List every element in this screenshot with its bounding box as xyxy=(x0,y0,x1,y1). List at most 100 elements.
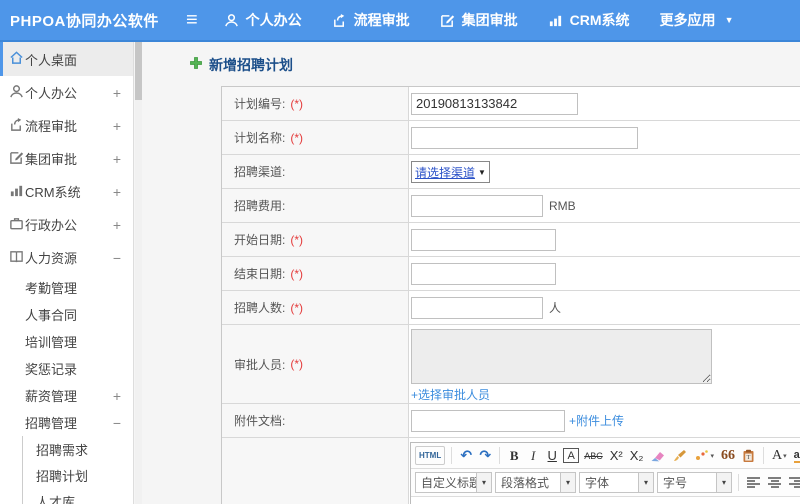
form-row-attachment: 附件文档: +附件上传 xyxy=(222,404,800,438)
sidebar-item-workflow-approval[interactable]: 流程审批 + xyxy=(0,109,133,142)
nav-group-approval[interactable]: 集团审批 xyxy=(440,10,518,30)
highlight-color-button[interactable]: ab ▾ xyxy=(792,446,800,465)
html-source-button[interactable]: HTML xyxy=(415,446,446,465)
editor-toolbar-row2: 自定义标题 ▾ 段落格式 ▾ 字体 ▾ 字号 ▾ xyxy=(411,469,800,497)
select-value: 段落格式 xyxy=(501,476,550,490)
recruit-cost-input[interactable] xyxy=(411,194,543,217)
sidebar-scrollbar[interactable] xyxy=(135,42,142,504)
superscript-button[interactable]: X² xyxy=(608,446,625,465)
field-value-cell xyxy=(409,121,800,154)
caret-down-icon: ▼ xyxy=(478,167,486,177)
editor-content-area[interactable] xyxy=(411,497,800,504)
field-value-cell: 请选择渠道 ▼ xyxy=(409,155,800,188)
plan-name-input[interactable] xyxy=(411,126,638,149)
nav-label: 更多应用 xyxy=(659,12,716,28)
sidebar-item-recruit-mgmt[interactable]: 招聘管理 − xyxy=(0,409,133,436)
start-date-input[interactable] xyxy=(411,228,556,251)
caret-down-icon: ▾ xyxy=(716,473,731,492)
end-date-input[interactable] xyxy=(411,262,556,285)
paragraph-format-select[interactable]: 段落格式 ▾ xyxy=(495,472,576,493)
blockquote-button[interactable]: 66 xyxy=(719,446,737,465)
recruit-channel-select[interactable]: 请选择渠道 ▼ xyxy=(411,161,490,183)
required-marker: (*) xyxy=(290,357,304,371)
format-brush-icon[interactable] xyxy=(670,446,689,465)
sidebar-item-label: 招聘计划 xyxy=(36,468,89,484)
nav-workflow-approval[interactable]: 流程审批 xyxy=(332,10,410,30)
field-value-cell xyxy=(409,223,800,256)
expand-plus-icon[interactable]: + xyxy=(113,118,121,134)
sidebar-item-salary[interactable]: 薪资管理 + xyxy=(0,382,133,409)
sidebar-item-label: 个人桌面 xyxy=(25,52,78,68)
collapse-minus-icon[interactable]: − xyxy=(113,250,121,266)
sidebar-item-attendance[interactable]: 考勤管理 xyxy=(0,274,133,301)
bold-button[interactable]: B xyxy=(506,446,522,465)
currency-suffix: RMB xyxy=(549,198,576,213)
font-color-button[interactable]: A ▾ xyxy=(770,446,789,465)
expand-plus-icon[interactable]: + xyxy=(113,151,121,167)
plan-number-input[interactable] xyxy=(411,92,578,115)
italic-button[interactable]: I xyxy=(525,446,541,465)
form-row-plan-name: 计划名称: (*) xyxy=(222,121,800,155)
toolbar-separator xyxy=(499,447,501,464)
font-family-select[interactable]: 字体 ▾ xyxy=(579,472,654,493)
svg-text:T: T xyxy=(747,455,751,461)
field-label: 审批人员: (*) xyxy=(222,325,409,403)
choose-approver-link[interactable]: +选择审批人员 xyxy=(411,386,490,403)
redo-icon[interactable]: ↷ xyxy=(477,446,493,465)
sidebar-item-desktop[interactable]: 个人桌面 xyxy=(0,42,133,76)
scrollbar-thumb[interactable] xyxy=(135,42,142,100)
sidebar-item-training[interactable]: 培训管理 xyxy=(0,328,133,355)
caret-down-icon: ▾ xyxy=(560,473,575,492)
hamburger-icon[interactable]: ≡ xyxy=(186,10,198,30)
sidebar-item-label: 流程审批 xyxy=(25,119,78,134)
collapse-minus-icon[interactable]: − xyxy=(113,415,121,431)
sidebar-item-recruit-plan[interactable]: 招聘计划 xyxy=(23,462,133,488)
eraser-icon[interactable] xyxy=(648,446,667,465)
align-right-icon[interactable] xyxy=(787,473,800,492)
form-row-approver: 审批人员: (*) +选择审批人员 xyxy=(222,325,800,404)
field-label: 结束日期: (*) xyxy=(222,257,409,290)
form-row-start-date: 开始日期: (*) xyxy=(222,223,800,257)
sidebar-item-label: 行政办公 xyxy=(25,218,78,233)
required-marker: (*) xyxy=(290,130,304,145)
sidebar-item-talent-pool[interactable]: 人才库 xyxy=(23,488,133,504)
sidebar-item-group-approval[interactable]: 集团审批 + xyxy=(0,142,133,175)
nav-crm-system[interactable]: CRM系统 xyxy=(548,10,630,30)
attachment-upload-link[interactable]: +附件上传 xyxy=(569,412,624,429)
align-left-icon[interactable] xyxy=(745,473,763,492)
sidebar-item-personal-office[interactable]: 个人办公 + xyxy=(0,76,133,109)
strikethrough-button[interactable]: ABC xyxy=(582,446,605,465)
nav-label: CRM系统 xyxy=(569,12,630,28)
sidebar: 个人桌面 个人办公 + 流程审批 + 集团审批 + CRM系统 + 行政办公 +… xyxy=(0,42,134,504)
expand-plus-icon[interactable]: + xyxy=(113,184,121,200)
sidebar-item-hr[interactable]: 人力资源 − xyxy=(0,241,133,274)
align-center-icon[interactable] xyxy=(766,473,784,492)
required-marker: (*) xyxy=(290,232,304,247)
expand-plus-icon[interactable]: + xyxy=(113,217,121,233)
custom-title-select[interactable]: 自定义标题 ▾ xyxy=(415,472,492,493)
subscript-button[interactable]: X₂ xyxy=(628,446,646,465)
sidebar-item-label: 集团审批 xyxy=(25,152,78,167)
sidebar-item-admin-office[interactable]: 行政办公 + xyxy=(0,208,133,241)
text-border-button[interactable]: A xyxy=(563,448,580,463)
expand-plus-icon[interactable]: + xyxy=(113,388,121,404)
nav-personal-office[interactable]: 个人办公 xyxy=(224,10,302,30)
select-value: 字号 xyxy=(663,476,688,490)
field-value-cell: 人 xyxy=(409,291,800,324)
underline-button[interactable]: U xyxy=(544,446,560,465)
sidebar-item-recruit-demand[interactable]: 招聘需求 xyxy=(23,436,133,462)
expand-plus-icon[interactable]: + xyxy=(113,85,121,101)
field-label: 计划名称: (*) xyxy=(222,121,409,154)
font-size-select[interactable]: 字号 ▾ xyxy=(657,472,732,493)
select-value: 请选择渠道 xyxy=(415,165,476,180)
nav-more-apps[interactable]: 更多应用 ▼ xyxy=(660,10,734,30)
sidebar-item-hr-contract[interactable]: 人事合同 xyxy=(0,301,133,328)
attachment-input[interactable] xyxy=(411,409,565,432)
undo-icon[interactable]: ↶ xyxy=(458,446,474,465)
sidebar-item-rewards[interactable]: 奖惩记录 xyxy=(0,355,133,382)
sidebar-item-crm[interactable]: CRM系统 + xyxy=(0,175,133,208)
paste-icon[interactable]: T xyxy=(740,446,757,465)
approver-textarea[interactable] xyxy=(411,329,712,384)
headcount-input[interactable] xyxy=(411,296,543,319)
paint-format-icon[interactable]: ▾ xyxy=(692,446,716,465)
